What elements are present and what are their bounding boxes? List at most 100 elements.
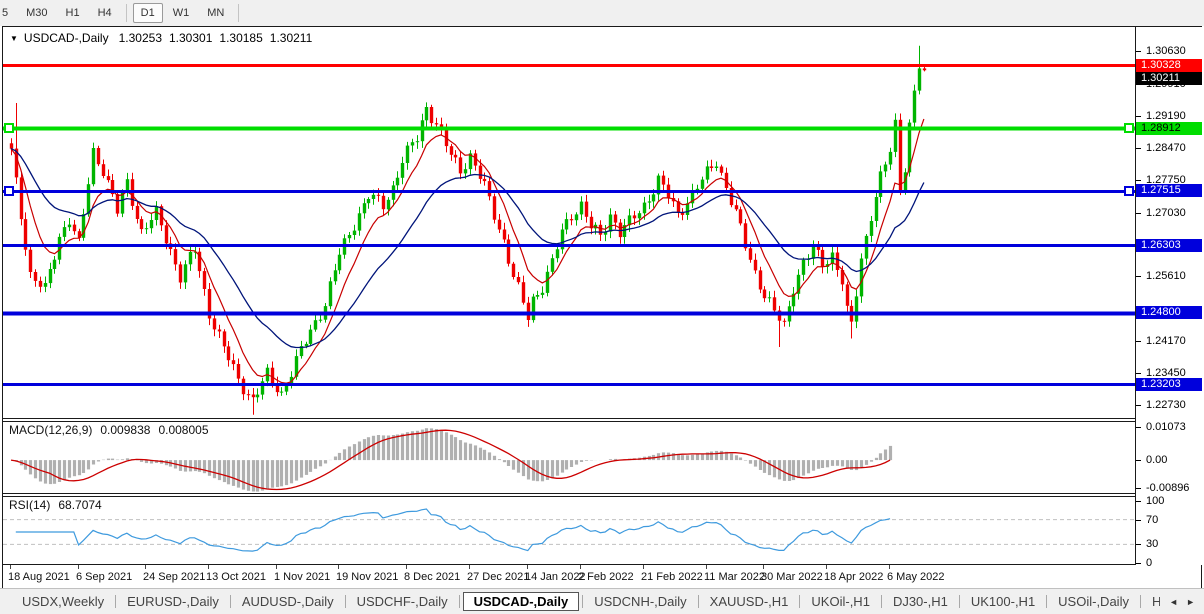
timeframe-button-m30[interactable]: M30 [18, 3, 55, 23]
quote-close: 1.30211 [270, 31, 313, 45]
panel-splitter[interactable] [3, 418, 1201, 422]
tab-usdcad-daily[interactable]: USDCAD-,Daily [463, 592, 580, 611]
price-badge: 1.28912 [1136, 122, 1202, 135]
price-tick-label: 1.29190 [1136, 109, 1186, 123]
price-tick-label: 1.24170 [1136, 334, 1186, 348]
quote-high: 1.30301 [169, 31, 212, 45]
tab-ukoil-h1[interactable]: UKOil-,H1 [803, 594, 878, 609]
timeframe-button-h4[interactable]: H4 [90, 3, 120, 23]
time-tick [826, 565, 827, 569]
tab-separator [881, 595, 882, 608]
tab-usdcnh-daily[interactable]: USDCNH-,Daily [586, 594, 694, 609]
time-tick [145, 565, 146, 569]
symbol-dropdown-icon[interactable]: ▼ [10, 34, 18, 43]
toolbar-separator [238, 4, 239, 22]
timeframe-button-h1[interactable]: H1 [58, 3, 88, 23]
macd-signal-value: 0.008005 [158, 423, 208, 437]
panel-splitter[interactable] [3, 493, 1201, 497]
time-tick [469, 565, 470, 569]
toolbar-separator [126, 4, 127, 22]
tab-separator [345, 595, 346, 608]
price-badge: 1.30328 [1136, 59, 1202, 72]
macd-main-value: 0.009838 [100, 423, 150, 437]
time-tick [276, 565, 277, 569]
timeframe-button-mn[interactable]: MN [199, 3, 232, 23]
tab-separator [1140, 595, 1141, 608]
tab-uk100-h1[interactable]: UK100-,H1 [963, 594, 1043, 609]
tab-separator [115, 595, 116, 608]
time-tick [406, 565, 407, 569]
rsi-tick-label: 30 [1136, 537, 1158, 551]
rsi-tick-label: 0 [1136, 556, 1152, 570]
rsi-value: 68.7074 [58, 498, 101, 512]
time-tick [208, 565, 209, 569]
tab-separator [230, 595, 231, 608]
time-tick [889, 565, 890, 569]
timeframe-button-w1[interactable]: W1 [165, 3, 198, 23]
tab-dj30-h1[interactable]: DJ30-,H1 [885, 594, 956, 609]
timeframe-button-d1[interactable]: D1 [133, 3, 163, 23]
time-axis-label: 27 Dec 2021 [467, 571, 529, 583]
tab-separator [698, 595, 699, 608]
tab-eurusd-daily[interactable]: EURUSD-,Daily [119, 594, 227, 609]
tab-separator [1046, 595, 1047, 608]
time-tick [338, 565, 339, 569]
macd-tick-label: 0.01073 [1136, 420, 1186, 434]
time-axis-label: 13 Oct 2021 [206, 571, 266, 583]
time-tick [763, 565, 764, 569]
macd-name: MACD(12,26,9) [9, 423, 92, 437]
chart-title: ▼ USDCAD-,Daily 1.30253 1.30301 1.30185 … [10, 31, 319, 45]
time-axis-label: 1 Nov 2021 [274, 571, 330, 583]
tab-separator [582, 595, 583, 608]
chart-symbol-label: USDCAD-,Daily [24, 31, 109, 45]
price-axis[interactable]: 1.306301.299101.291901.284701.277501.270… [1135, 27, 1202, 565]
chart-tabs: USDX,Weekly EURUSD-,Daily AUDUSD-,Daily USD… [0, 589, 1204, 614]
hline-handle [5, 187, 13, 195]
price-badge: 1.27515 [1136, 184, 1202, 197]
price-badge: 1.30211 [1136, 72, 1202, 85]
rsi-panel-canvas[interactable] [3, 496, 1135, 564]
hline-handle [1125, 124, 1133, 132]
price-badge: 1.24800 [1136, 306, 1202, 319]
macd-label: MACD(12,26,9) 0.009838 0.008005 [9, 423, 217, 437]
tab-xauusd-h1[interactable]: XAUUSD-,H1 [702, 594, 797, 609]
rsi-name: RSI(14) [9, 498, 50, 512]
price-badge: 1.23203 [1136, 378, 1202, 391]
hline-handle [1125, 187, 1133, 195]
price-tick-label: 1.28470 [1136, 141, 1186, 155]
time-tick [706, 565, 707, 569]
time-tick [78, 565, 79, 569]
tab-scroll-right-icon[interactable]: ► [1186, 597, 1195, 607]
price-tick-label: 1.30630 [1136, 44, 1186, 58]
tab-audusd-daily[interactable]: AUDUSD-,Daily [234, 594, 342, 609]
quote-open: 1.30253 [119, 31, 162, 45]
timeframe-button-5[interactable]: 5 [0, 3, 16, 23]
time-axis-label: 8 Dec 2021 [404, 571, 460, 583]
time-axis-label: 21 Feb 2022 [641, 571, 703, 583]
time-axis[interactable]: 18 Aug 20216 Sep 202124 Sep 202113 Oct 2… [3, 564, 1201, 588]
hline-handle [5, 124, 13, 132]
time-tick [10, 565, 11, 569]
time-tick [643, 565, 644, 569]
tab-usoil-daily[interactable]: USOil-,Daily [1050, 594, 1137, 609]
time-axis-label: 19 Nov 2021 [336, 571, 398, 583]
tab-separator [799, 595, 800, 608]
time-axis-label: 14 Jan 2022 [525, 571, 586, 583]
time-tick [527, 565, 528, 569]
macd-tick-label: 0.00 [1136, 453, 1167, 467]
macd-tick-label: -0.00896 [1136, 481, 1189, 495]
time-axis-label: 6 Sep 2021 [76, 571, 132, 583]
price-tick-label: 1.22730 [1136, 398, 1186, 412]
price-badge: 1.26303 [1136, 239, 1202, 252]
time-axis-label: 6 May 2022 [887, 571, 944, 583]
tab-scroll-left-icon[interactable]: ◄ [1169, 597, 1178, 607]
chart-window: ▼ USDCAD-,Daily 1.30253 1.30301 1.30185 … [2, 26, 1202, 588]
chart-tab-bar: USDX,Weekly EURUSD-,Daily AUDUSD-,Daily USD… [0, 588, 1204, 614]
main-chart-canvas[interactable] [3, 27, 1135, 418]
tab-separator [959, 595, 960, 608]
tab-usdchf-daily[interactable]: USDCHF-,Daily [349, 594, 456, 609]
tab-usdx-weekly[interactable]: USDX,Weekly [14, 594, 112, 609]
quote-low: 1.30185 [219, 31, 262, 45]
mt4-chart-app: 5M30H1H4 D1W1MN ▼ USDCAD-,Daily 1.30253 1… [0, 0, 1204, 613]
time-axis-label: 11 Mar 2022 [704, 571, 765, 583]
